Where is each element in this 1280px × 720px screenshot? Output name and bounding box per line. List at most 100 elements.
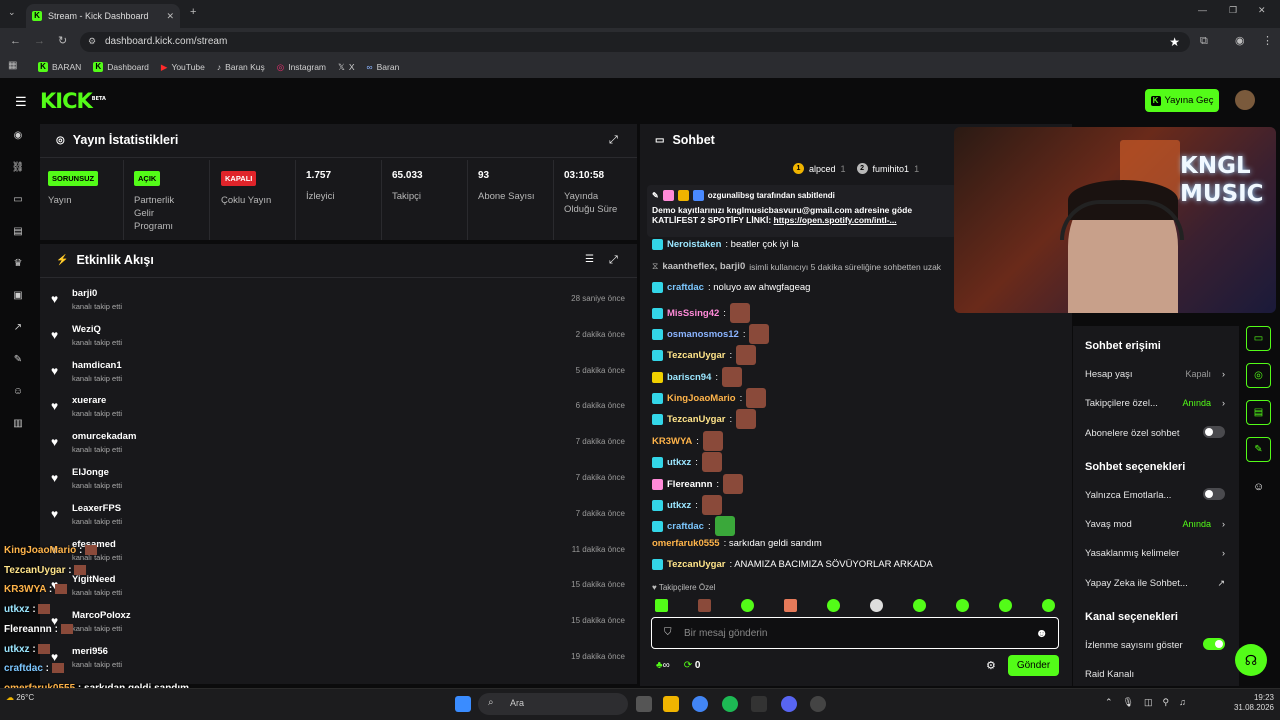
filter-icon[interactable]: ☰ (585, 254, 594, 265)
users-icon[interactable]: ☺ (11, 386, 25, 400)
chat-username[interactable]: KingJoaoMario (667, 393, 736, 404)
spotify-link[interactable]: https://open.spotify.com/intl-... (774, 215, 897, 225)
emote-icon[interactable] (1042, 599, 1055, 612)
bookmark-star-icon[interactable]: ★ (1169, 32, 1180, 52)
trophy-icon[interactable]: ♛ (11, 258, 25, 272)
media-rail-icon[interactable]: ▤ (1246, 400, 1271, 425)
chat-message-input[interactable]: ⛉ Bir mesaj gönderin ☻ (651, 617, 1059, 649)
spotify-icon[interactable] (722, 696, 738, 712)
follower-name[interactable]: MarcoPoloxz (72, 610, 131, 621)
wifi-icon[interactable]: ⚲ (1163, 697, 1170, 708)
url-field[interactable]: ⚙ dashboard.kick.com/stream ★ (80, 32, 1190, 52)
chat-username[interactable]: utkxz (667, 500, 691, 511)
chat-rail-icon[interactable]: ▭ (1246, 326, 1271, 351)
expand-icon[interactable]: ⤢ (609, 254, 618, 267)
bookmark-tiktok[interactable]: ♪ Baran Kuş (217, 62, 265, 72)
setting-followers-only[interactable]: Takipçilere özel... Anında › (1085, 398, 1225, 409)
wrench-icon[interactable]: ✎ (11, 354, 25, 368)
back-icon[interactable]: ← (10, 36, 21, 47)
chat-username[interactable]: craftdac (667, 282, 704, 293)
points-icon[interactable]: ⟳ 0 (684, 660, 701, 671)
chat-username[interactable]: bariscn94 (667, 372, 711, 383)
site-info-icon[interactable]: ⚙ (88, 37, 96, 46)
chat-username[interactable]: Neroistaken (667, 239, 721, 250)
emote-icon[interactable] (870, 599, 883, 612)
subscribers-only-toggle[interactable] (1203, 426, 1225, 438)
stream-rail-icon[interactable]: ◎ (1246, 363, 1271, 388)
chat-username[interactable]: utkxz (667, 457, 691, 468)
setting-ai-chat[interactable]: Yapay Zeka ile Sohbet... ↗ (1085, 578, 1225, 589)
bookmark-dashboard[interactable]: K Dashboard (93, 62, 149, 72)
chat-username[interactable]: omerfaruk0555 (652, 538, 720, 549)
expand-icon[interactable]: ⤢ (609, 134, 618, 147)
new-tab-icon[interactable]: + (190, 7, 196, 18)
follower-name[interactable]: meri956 (72, 646, 108, 657)
menu-dots-icon[interactable]: ⋮ (1262, 36, 1273, 47)
chevron-up-icon[interactable]: ⌃ (1105, 697, 1113, 708)
obs-icon[interactable] (810, 696, 826, 712)
taskbar-search[interactable]: ⌕ Ara (478, 693, 628, 715)
minimize-icon[interactable]: — (1198, 6, 1207, 15)
analytics-icon[interactable]: ↗ (11, 322, 25, 336)
app-icon[interactable] (751, 696, 767, 712)
chat-username[interactable]: kaantheflex, barji0 (662, 261, 745, 272)
chat-username[interactable]: TezcanUygar (667, 559, 725, 570)
file-explorer-icon[interactable] (663, 696, 679, 712)
chat-username[interactable]: TezcanUygar (667, 414, 725, 425)
bookmark-baran[interactable]: K BARAN (38, 62, 81, 72)
emote-icon[interactable] (655, 599, 668, 612)
bookmark-x[interactable]: 𝕏X (338, 62, 355, 73)
start-icon[interactable] (455, 696, 471, 712)
video-icon[interactable]: ▣ (11, 290, 25, 304)
chat-username[interactable]: TezcanUygar (667, 350, 725, 361)
follower-name[interactable]: barji0 (72, 288, 97, 299)
microphone-icon[interactable]: 🎙 (1123, 697, 1134, 708)
volume-icon[interactable]: ♫ (1179, 697, 1186, 708)
network-icon[interactable]: ◫ (1144, 697, 1153, 708)
follower-name[interactable]: WeziQ (72, 324, 101, 335)
support-chat-button[interactable]: ☊ (1235, 644, 1267, 676)
apps-grid-icon[interactable]: ▦ (8, 61, 17, 71)
follower-name[interactable]: LeaxerFPS (72, 503, 121, 514)
setting-slow-mode[interactable]: Yavaş mod Anında › (1085, 519, 1225, 530)
close-window-icon[interactable]: ✕ (1258, 6, 1266, 15)
weather-widget[interactable]: ☁ 26°C (6, 693, 34, 702)
task-view-icon[interactable] (636, 696, 652, 712)
pinned-message[interactable]: ✎ ozgunalibsg tarafından sabitlendi Demo… (647, 185, 957, 237)
emote-icon[interactable] (999, 599, 1012, 612)
setting-banned-words[interactable]: Yasaklanmış kelimeler › (1085, 548, 1225, 559)
emoji-icon[interactable]: ☻ (1035, 626, 1048, 640)
chat-username[interactable]: KR3WYA (652, 436, 692, 447)
follower-name[interactable]: hamdican1 (72, 360, 122, 371)
clock[interactable]: 19:23 31.08.2026 (1228, 693, 1274, 713)
reload-icon[interactable]: ↻ (58, 36, 67, 47)
follower-name[interactable]: omurcekadam (72, 431, 136, 442)
viewer-count-toggle[interactable] (1203, 638, 1225, 650)
setting-account-age[interactable]: Hesap yaşı Kapalı › (1085, 369, 1225, 380)
profile-icon[interactable]: ◉ (1235, 36, 1245, 47)
chat-username[interactable]: craftdac (667, 521, 704, 532)
kick-logo[interactable]: KICKBETA (40, 89, 106, 113)
bookmark-youtube[interactable]: ▶ YouTube (161, 62, 205, 73)
settings-gear-icon[interactable]: ⚙ (986, 659, 996, 672)
emote-icon[interactable] (913, 599, 926, 612)
discord-icon[interactable] (781, 696, 797, 712)
users-rail-icon[interactable]: ☺ (1253, 481, 1264, 493)
tab-list-icon[interactable]: ⌄ (8, 8, 16, 17)
send-button[interactable]: Gönder (1008, 655, 1059, 676)
emote-icon[interactable] (956, 599, 969, 612)
extensions-icon[interactable]: ⧉ (1200, 36, 1208, 47)
emote-icon[interactable] (741, 599, 754, 612)
forward-icon[interactable]: → (34, 36, 45, 47)
chrome-icon[interactable] (692, 696, 708, 712)
link-icon[interactable]: ⛓ (11, 162, 25, 176)
follower-name[interactable]: ElJonge (72, 467, 109, 478)
setting-raid-channel[interactable]: Raid Kanalı (1085, 669, 1225, 680)
chat-username[interactable]: osmanosmos12 (667, 329, 739, 340)
restore-icon[interactable]: ❐ (1229, 6, 1237, 15)
chat-username[interactable]: Flereannn (667, 479, 712, 490)
browser-tab[interactable]: K Stream - Kick Dashboard ✕ (26, 4, 180, 28)
bag-icon[interactable]: ▥ (11, 418, 25, 432)
hamburger-menu-icon[interactable]: ☰ (15, 94, 27, 110)
stream-icon[interactable]: ◉ (11, 130, 25, 144)
